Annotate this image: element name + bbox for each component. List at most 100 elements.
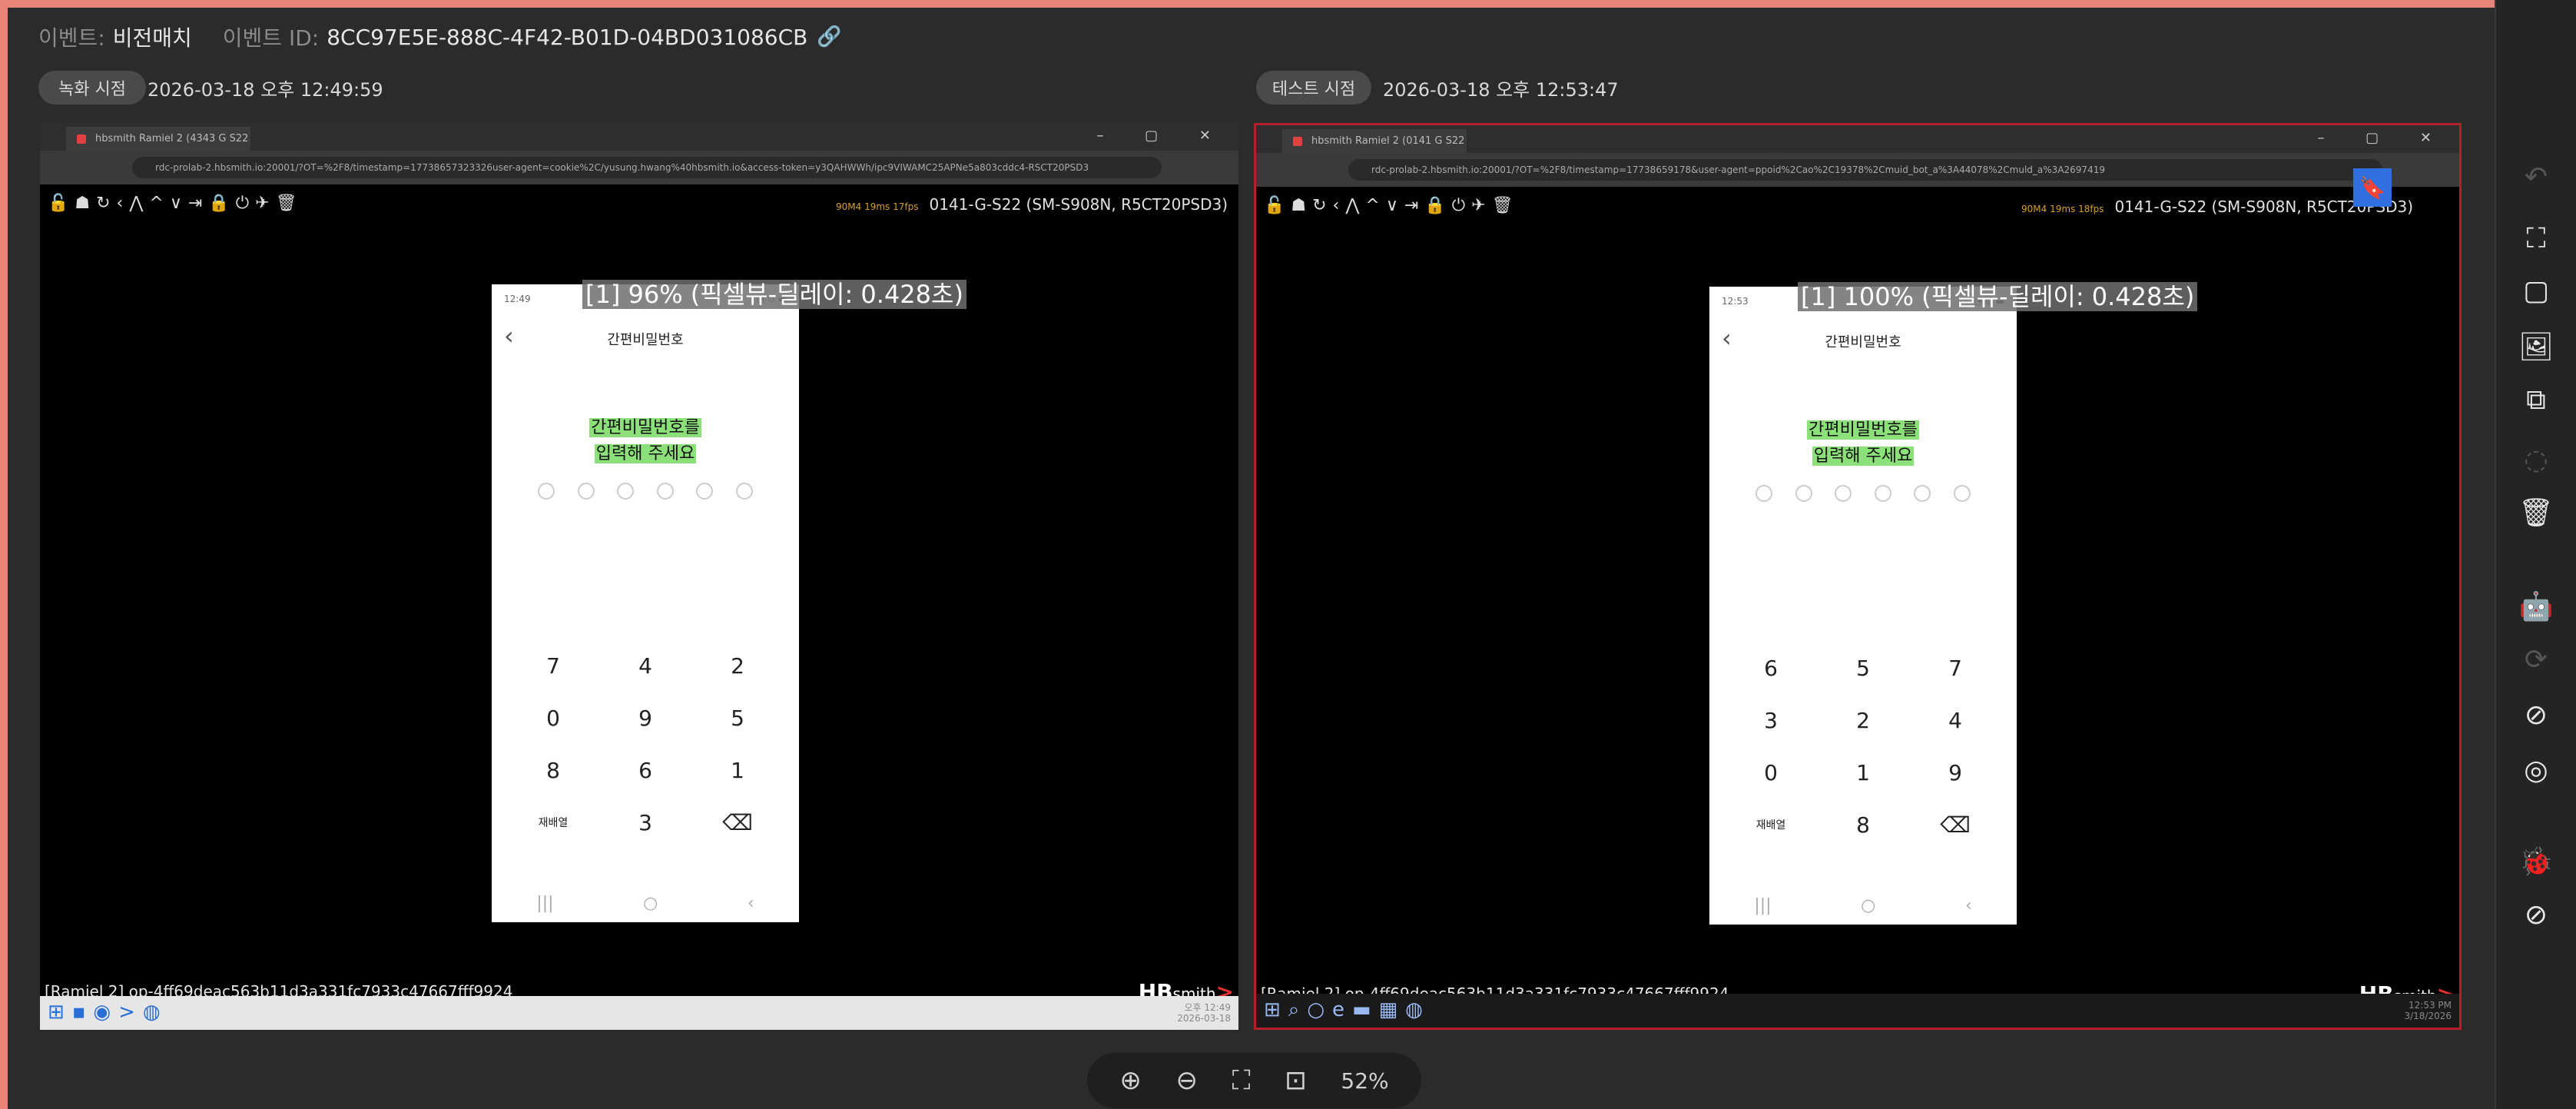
copy-icon[interactable]: ⧉ — [2496, 384, 2576, 417]
windows-taskbar: ⊞⌕○e▬▦◍ 12:53 PM 3/18/2026 — [1256, 994, 2459, 1028]
pin-prompt: 간편비밀번호를 입력해 주세요 — [1709, 417, 2017, 470]
phone-page-title: 간편비밀번호 — [1825, 334, 1901, 350]
taskbar-clock: 12:53 PM 3/18/2026 — [2404, 1000, 2452, 1021]
keypad-key: 5 — [731, 706, 744, 731]
keypad-key: 3 — [638, 810, 652, 835]
test-timestamp: 2026-03-18 오후 12:53:47 — [1383, 78, 1619, 101]
fps-readout: 90M4 19ms 18fps — [2021, 204, 2104, 214]
keypad-key: 7 — [546, 653, 560, 679]
block-icon[interactable]: ⊘ — [2496, 899, 2576, 931]
match-overlay-label: [1] 100% (픽셀뷰-딜레이: 0.428초) — [1798, 277, 2198, 313]
fullscreen-icon[interactable]: ⛶ — [2496, 223, 2576, 255]
browser-tab-strip: hbsmith Ramiel 2 (0141 G S22 – ▢ ✕ — [1256, 125, 2459, 153]
keypad-key: 0 — [546, 706, 560, 731]
phone-screen: 12:49◔ ⊙ ▬ ‹ 간편비밀번호 간편비밀번호를 입력해 주세요 7 4 … — [492, 284, 799, 922]
taskbar-app-icons: ⊞⌕○e▬▦◍ — [1264, 998, 1431, 1021]
event-id-label: 이벤트 ID: — [222, 25, 320, 51]
disabled-action-icon: ◌ — [2524, 444, 2548, 476]
home-icon: ○ — [1861, 896, 1876, 915]
phone-time: 12:49 — [504, 294, 531, 304]
pin-prompt-line1: 간편비밀번호를 — [1807, 420, 1919, 440]
keypad-key: 2 — [1856, 708, 1870, 733]
keypad-key: 1 — [1856, 760, 1870, 785]
event-id-value: 8CC97E5E-888C-4F42-B01D-04BD031086CB — [327, 24, 808, 50]
back-icon: ‹ — [1964, 896, 1972, 915]
match-overlay-label: [1] 96% (픽셀뷰-딜레이: 0.428초) — [582, 275, 966, 310]
bot-icon[interactable]: 🤖 — [2496, 590, 2576, 623]
link-icon[interactable]: 🔗 — [817, 25, 841, 48]
recents-icon: ||| — [1754, 896, 1772, 915]
keypad-key: 0 — [1764, 760, 1778, 785]
square-icon[interactable]: ▢ — [2496, 275, 2576, 307]
phone-time: 12:53 — [1722, 296, 1749, 307]
test-time-pill: 테스트 시점 — [1256, 71, 1371, 105]
pin-keypad: 6 5 7 3 2 4 0 1 9 재배열 8 ⌫ — [1725, 656, 2001, 838]
recording-screenshot-pane[interactable]: hbsmith Ramiel 2 (4343 G S22 – ▢ ✕ rdc-p… — [40, 123, 1238, 1030]
pin-prompt-line2: 입력해 주세요 — [594, 444, 697, 463]
recording-time-pill: 녹화 시점 — [38, 71, 146, 105]
trash-icon[interactable]: 🗑 — [2496, 496, 2576, 529]
bookmark-icon[interactable]: 🔖 — [2353, 168, 2392, 207]
pin-dots — [1755, 485, 1971, 502]
phone-nav-bar: ||| ○ ‹ — [1709, 896, 2017, 915]
backspace-icon: ⌫ — [1940, 812, 1971, 838]
device-name: 0141-G-S22 (SM-S908N, R5CT20PSD3) — [929, 195, 1228, 214]
fit-screen-icon[interactable]: ⛶ — [1232, 1065, 1251, 1096]
pin-dots — [538, 483, 753, 500]
device-toolbar-icons: 🔓☗↻‹⋀^∨⇥🔒⏻✈🗑 — [1264, 196, 1520, 215]
device-toolbar-icons: 🔓☗↻‹⋀^∨⇥🔒⏻✈🗑 — [48, 194, 303, 213]
browser-tab: hbsmith Ramiel 2 (0141 G S22 — [1282, 129, 1467, 153]
zoom-in-icon[interactable]: ⊕ — [1119, 1065, 1142, 1096]
keypad-key: 8 — [546, 758, 560, 783]
keypad-key: 3 — [1764, 708, 1778, 733]
browser-url-field: rdc-prolab-2.hbsmith.io:20001/?OT=%2F8/t… — [1348, 159, 2382, 181]
bug-icon[interactable]: 🐞 — [2496, 845, 2576, 878]
zoom-level: 52% — [1341, 1067, 1389, 1094]
event-header: 이벤트: 비전매치 이벤트 ID: 8CC97E5E-888C-4F42-B01… — [38, 14, 842, 60]
browser-url-field: rdc-prolab-2.hbsmith.io:20001/?OT=%2F8/t… — [132, 157, 1162, 178]
keypad-key: 4 — [1948, 708, 1962, 733]
keypad-key: 7 — [1948, 656, 1962, 681]
location-off-icon[interactable]: ⊘ — [2496, 699, 2576, 731]
browser-tab-title: hbsmith Ramiel 2 (0141 G S22 — [1311, 135, 1465, 147]
taskbar-app-icons: ⊞▪◉>◍ — [48, 1001, 168, 1024]
window-controls-icon: – ▢ ✕ — [1096, 128, 1229, 144]
image-icon[interactable]: 🖼 — [2496, 330, 2576, 363]
taskbar-clock: 오후 12:49 2026-03-18 — [1177, 1002, 1231, 1024]
browser-tab-title: hbsmith Ramiel 2 (4343 G S22 — [95, 133, 249, 144]
keypad-key: 8 — [1856, 812, 1870, 838]
eye-off-icon[interactable]: ◎ — [2496, 755, 2576, 786]
keypad-key: 6 — [638, 758, 652, 783]
tab-favicon-icon — [1293, 137, 1302, 146]
keypad-key: 9 — [1948, 760, 1962, 785]
zoom-out-icon[interactable]: ⊖ — [1176, 1065, 1198, 1096]
phone-screen: 12:53◔ ⊙ ▬ ‹ 간편비밀번호 간편비밀번호를 입력해 주세요 6 5 … — [1709, 287, 2017, 925]
keypad-shuffle: 재배열 — [1755, 819, 1786, 832]
disabled-action-icon: ⟳ — [2524, 644, 2548, 676]
keypad-key: 6 — [1764, 656, 1778, 681]
windows-taskbar: ⊞▪◉>◍ 오후 12:49 2026-03-18 — [40, 996, 1238, 1030]
pin-keypad: 7 4 2 0 9 5 8 6 1 재배열 3 ⌫ — [507, 653, 784, 836]
browser-tab-strip: hbsmith Ramiel 2 (4343 G S22 – ▢ ✕ — [40, 123, 1238, 151]
actual-size-icon[interactable]: ⊡ — [1285, 1065, 1307, 1096]
window-controls-icon: – ▢ ✕ — [2317, 130, 2450, 146]
phone-nav-bar: ||| ○ ‹ — [492, 894, 799, 913]
browser-url-bar: rdc-prolab-2.hbsmith.io:20001/?OT=%2F8/t… — [40, 151, 1238, 184]
test-screenshot-pane[interactable]: hbsmith Ramiel 2 (0141 G S22 – ▢ ✕ rdc-p… — [1254, 123, 2462, 1030]
home-icon: ○ — [643, 894, 658, 913]
zoom-toolbar: ⊕ ⊖ ⛶ ⊡ 52% — [1087, 1053, 1421, 1108]
backspace-icon: ⌫ — [722, 810, 753, 835]
event-value: 비전매치 — [112, 25, 192, 51]
browser-url-bar: rdc-prolab-2.hbsmith.io:20001/?OT=%2F8/t… — [1256, 153, 2459, 187]
keypad-key: 4 — [638, 653, 652, 679]
back-icon: ‹ — [747, 894, 754, 913]
keypad-key: 9 — [638, 706, 652, 731]
keypad-key: 1 — [731, 758, 744, 783]
pin-prompt-line2: 입력해 주세요 — [1812, 447, 1915, 466]
right-toolbar: ↶ ⛶ ▢ 🖼 ⧉ ◌ 🗑 🤖 ⟳ ⊘ ◎ 🐞 ⊘ — [2495, 0, 2576, 1109]
phone-page-title: 간편비밀번호 — [607, 332, 684, 348]
event-label: 이벤트: — [38, 25, 105, 51]
disabled-action-icon: ↶ — [2524, 161, 2548, 193]
keypad-key: 5 — [1856, 656, 1870, 681]
viewer-frame: 이벤트: 비전매치 이벤트 ID: 8CC97E5E-888C-4F42-B01… — [8, 8, 2495, 1109]
